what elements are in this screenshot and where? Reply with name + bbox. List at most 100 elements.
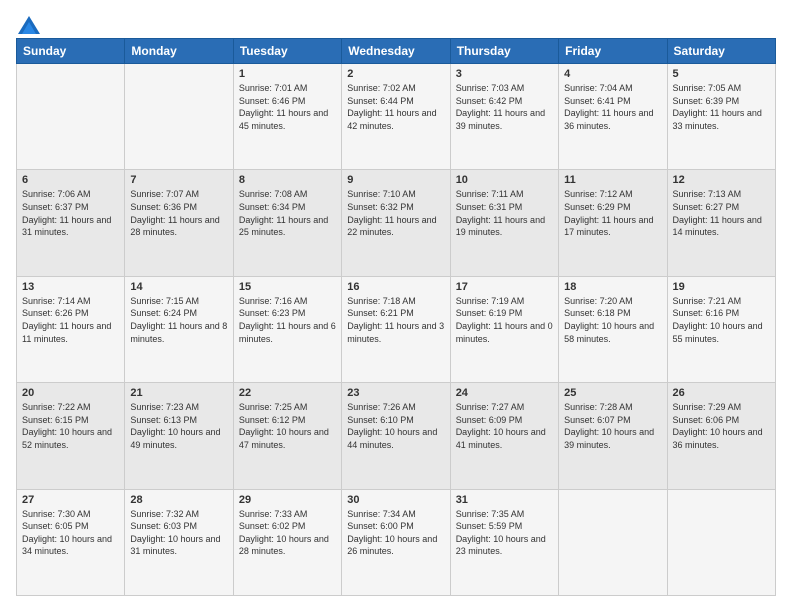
calendar-cell: 14 Sunrise: 7:15 AMSunset: 6:24 PMDaylig… bbox=[125, 276, 233, 382]
day-info: Sunrise: 7:32 AMSunset: 6:03 PMDaylight:… bbox=[130, 508, 227, 558]
day-number: 16 bbox=[347, 281, 444, 293]
day-info: Sunrise: 7:25 AMSunset: 6:12 PMDaylight:… bbox=[239, 401, 336, 451]
day-info: Sunrise: 7:13 AMSunset: 6:27 PMDaylight:… bbox=[673, 188, 770, 238]
calendar-cell bbox=[667, 489, 775, 595]
day-info: Sunrise: 7:14 AMSunset: 6:26 PMDaylight:… bbox=[22, 295, 119, 345]
calendar-body: 1 Sunrise: 7:01 AMSunset: 6:46 PMDayligh… bbox=[17, 64, 776, 596]
day-number: 14 bbox=[130, 281, 227, 293]
day-info: Sunrise: 7:12 AMSunset: 6:29 PMDaylight:… bbox=[564, 188, 661, 238]
day-number: 23 bbox=[347, 387, 444, 399]
calendar-cell: 7 Sunrise: 7:07 AMSunset: 6:36 PMDayligh… bbox=[125, 170, 233, 276]
day-number: 2 bbox=[347, 68, 444, 80]
day-number: 1 bbox=[239, 68, 336, 80]
day-info: Sunrise: 7:08 AMSunset: 6:34 PMDaylight:… bbox=[239, 188, 336, 238]
day-number: 3 bbox=[456, 68, 553, 80]
calendar-cell bbox=[17, 64, 125, 170]
day-number: 10 bbox=[456, 174, 553, 186]
day-number: 30 bbox=[347, 494, 444, 506]
day-number: 27 bbox=[22, 494, 119, 506]
calendar-cell bbox=[125, 64, 233, 170]
day-number: 18 bbox=[564, 281, 661, 293]
day-info: Sunrise: 7:35 AMSunset: 5:59 PMDaylight:… bbox=[456, 508, 553, 558]
day-info: Sunrise: 7:03 AMSunset: 6:42 PMDaylight:… bbox=[456, 82, 553, 132]
calendar-cell: 27 Sunrise: 7:30 AMSunset: 6:05 PMDaylig… bbox=[17, 489, 125, 595]
calendar-cell: 4 Sunrise: 7:04 AMSunset: 6:41 PMDayligh… bbox=[559, 64, 667, 170]
calendar-cell: 3 Sunrise: 7:03 AMSunset: 6:42 PMDayligh… bbox=[450, 64, 558, 170]
page: Sunday Monday Tuesday Wednesday Thursday… bbox=[0, 0, 792, 612]
day-info: Sunrise: 7:26 AMSunset: 6:10 PMDaylight:… bbox=[347, 401, 444, 451]
calendar-cell: 29 Sunrise: 7:33 AMSunset: 6:02 PMDaylig… bbox=[233, 489, 341, 595]
calendar-cell: 21 Sunrise: 7:23 AMSunset: 6:13 PMDaylig… bbox=[125, 383, 233, 489]
day-info: Sunrise: 7:15 AMSunset: 6:24 PMDaylight:… bbox=[130, 295, 227, 345]
day-number: 29 bbox=[239, 494, 336, 506]
day-number: 31 bbox=[456, 494, 553, 506]
day-info: Sunrise: 7:07 AMSunset: 6:36 PMDaylight:… bbox=[130, 188, 227, 238]
calendar-cell: 1 Sunrise: 7:01 AMSunset: 6:46 PMDayligh… bbox=[233, 64, 341, 170]
day-info: Sunrise: 7:21 AMSunset: 6:16 PMDaylight:… bbox=[673, 295, 770, 345]
header-wednesday: Wednesday bbox=[342, 39, 450, 64]
calendar-cell: 28 Sunrise: 7:32 AMSunset: 6:03 PMDaylig… bbox=[125, 489, 233, 595]
header bbox=[16, 16, 776, 30]
calendar-header: Sunday Monday Tuesday Wednesday Thursday… bbox=[17, 39, 776, 64]
day-info: Sunrise: 7:04 AMSunset: 6:41 PMDaylight:… bbox=[564, 82, 661, 132]
day-number: 22 bbox=[239, 387, 336, 399]
calendar-cell: 16 Sunrise: 7:18 AMSunset: 6:21 PMDaylig… bbox=[342, 276, 450, 382]
logo bbox=[16, 16, 40, 30]
day-number: 12 bbox=[673, 174, 770, 186]
day-number: 9 bbox=[347, 174, 444, 186]
calendar-cell: 10 Sunrise: 7:11 AMSunset: 6:31 PMDaylig… bbox=[450, 170, 558, 276]
calendar-cell: 17 Sunrise: 7:19 AMSunset: 6:19 PMDaylig… bbox=[450, 276, 558, 382]
day-number: 24 bbox=[456, 387, 553, 399]
calendar-cell: 12 Sunrise: 7:13 AMSunset: 6:27 PMDaylig… bbox=[667, 170, 775, 276]
day-info: Sunrise: 7:22 AMSunset: 6:15 PMDaylight:… bbox=[22, 401, 119, 451]
calendar-cell: 19 Sunrise: 7:21 AMSunset: 6:16 PMDaylig… bbox=[667, 276, 775, 382]
calendar-cell: 8 Sunrise: 7:08 AMSunset: 6:34 PMDayligh… bbox=[233, 170, 341, 276]
calendar-cell: 9 Sunrise: 7:10 AMSunset: 6:32 PMDayligh… bbox=[342, 170, 450, 276]
day-info: Sunrise: 7:18 AMSunset: 6:21 PMDaylight:… bbox=[347, 295, 444, 345]
calendar-table: Sunday Monday Tuesday Wednesday Thursday… bbox=[16, 38, 776, 596]
day-info: Sunrise: 7:33 AMSunset: 6:02 PMDaylight:… bbox=[239, 508, 336, 558]
day-number: 8 bbox=[239, 174, 336, 186]
day-info: Sunrise: 7:11 AMSunset: 6:31 PMDaylight:… bbox=[456, 188, 553, 238]
calendar-cell: 11 Sunrise: 7:12 AMSunset: 6:29 PMDaylig… bbox=[559, 170, 667, 276]
calendar-cell bbox=[559, 489, 667, 595]
header-row: Sunday Monday Tuesday Wednesday Thursday… bbox=[17, 39, 776, 64]
day-info: Sunrise: 7:02 AMSunset: 6:44 PMDaylight:… bbox=[347, 82, 444, 132]
day-number: 26 bbox=[673, 387, 770, 399]
logo-icon bbox=[18, 16, 40, 34]
day-info: Sunrise: 7:06 AMSunset: 6:37 PMDaylight:… bbox=[22, 188, 119, 238]
calendar-cell: 13 Sunrise: 7:14 AMSunset: 6:26 PMDaylig… bbox=[17, 276, 125, 382]
day-number: 4 bbox=[564, 68, 661, 80]
calendar-week-4: 20 Sunrise: 7:22 AMSunset: 6:15 PMDaylig… bbox=[17, 383, 776, 489]
calendar-cell: 18 Sunrise: 7:20 AMSunset: 6:18 PMDaylig… bbox=[559, 276, 667, 382]
header-monday: Monday bbox=[125, 39, 233, 64]
day-number: 20 bbox=[22, 387, 119, 399]
day-info: Sunrise: 7:30 AMSunset: 6:05 PMDaylight:… bbox=[22, 508, 119, 558]
calendar-cell: 22 Sunrise: 7:25 AMSunset: 6:12 PMDaylig… bbox=[233, 383, 341, 489]
day-info: Sunrise: 7:29 AMSunset: 6:06 PMDaylight:… bbox=[673, 401, 770, 451]
day-info: Sunrise: 7:34 AMSunset: 6:00 PMDaylight:… bbox=[347, 508, 444, 558]
header-tuesday: Tuesday bbox=[233, 39, 341, 64]
day-info: Sunrise: 7:01 AMSunset: 6:46 PMDaylight:… bbox=[239, 82, 336, 132]
calendar-cell: 24 Sunrise: 7:27 AMSunset: 6:09 PMDaylig… bbox=[450, 383, 558, 489]
calendar-cell: 23 Sunrise: 7:26 AMSunset: 6:10 PMDaylig… bbox=[342, 383, 450, 489]
header-sunday: Sunday bbox=[17, 39, 125, 64]
day-number: 17 bbox=[456, 281, 553, 293]
calendar-week-3: 13 Sunrise: 7:14 AMSunset: 6:26 PMDaylig… bbox=[17, 276, 776, 382]
calendar-week-2: 6 Sunrise: 7:06 AMSunset: 6:37 PMDayligh… bbox=[17, 170, 776, 276]
day-info: Sunrise: 7:27 AMSunset: 6:09 PMDaylight:… bbox=[456, 401, 553, 451]
calendar-week-5: 27 Sunrise: 7:30 AMSunset: 6:05 PMDaylig… bbox=[17, 489, 776, 595]
day-number: 21 bbox=[130, 387, 227, 399]
day-number: 19 bbox=[673, 281, 770, 293]
day-number: 11 bbox=[564, 174, 661, 186]
day-number: 7 bbox=[130, 174, 227, 186]
day-number: 5 bbox=[673, 68, 770, 80]
calendar-cell: 25 Sunrise: 7:28 AMSunset: 6:07 PMDaylig… bbox=[559, 383, 667, 489]
day-info: Sunrise: 7:20 AMSunset: 6:18 PMDaylight:… bbox=[564, 295, 661, 345]
calendar-cell: 15 Sunrise: 7:16 AMSunset: 6:23 PMDaylig… bbox=[233, 276, 341, 382]
day-info: Sunrise: 7:05 AMSunset: 6:39 PMDaylight:… bbox=[673, 82, 770, 132]
calendar-cell: 31 Sunrise: 7:35 AMSunset: 5:59 PMDaylig… bbox=[450, 489, 558, 595]
calendar-week-1: 1 Sunrise: 7:01 AMSunset: 6:46 PMDayligh… bbox=[17, 64, 776, 170]
header-thursday: Thursday bbox=[450, 39, 558, 64]
header-friday: Friday bbox=[559, 39, 667, 64]
